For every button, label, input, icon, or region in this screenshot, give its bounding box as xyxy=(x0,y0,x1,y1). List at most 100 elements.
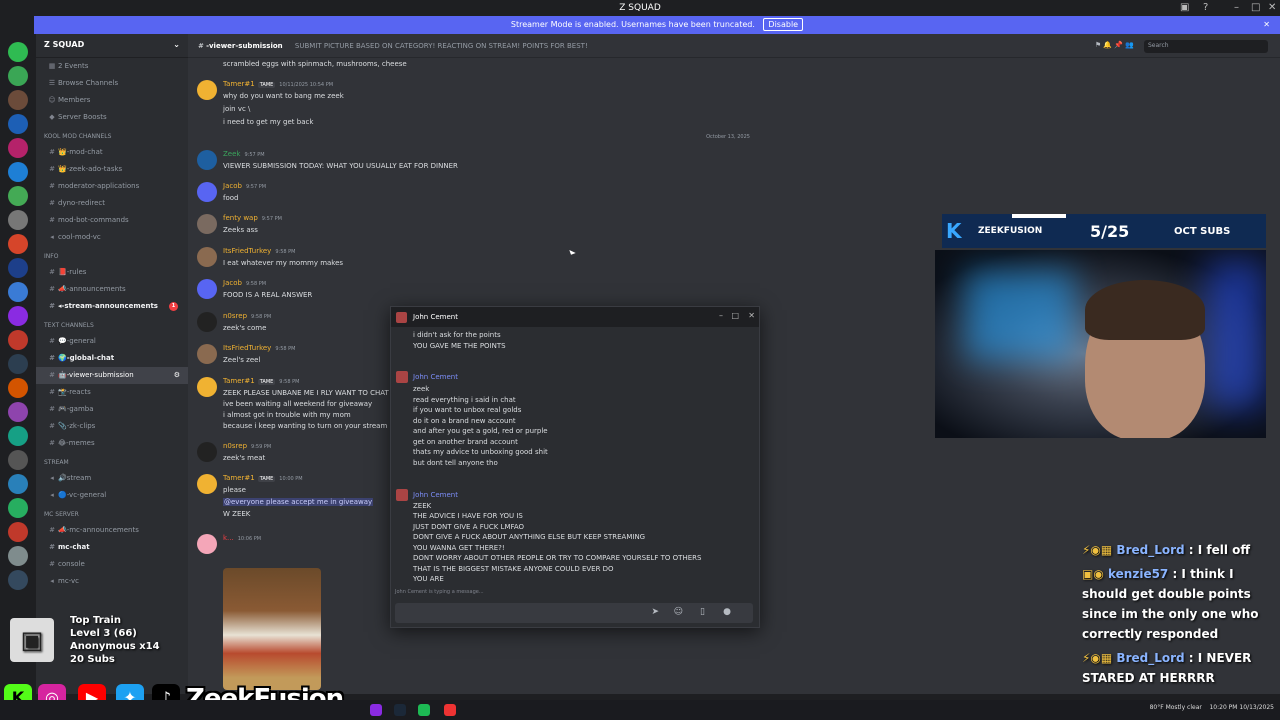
channel-item[interactable]: # 📎-zk-clips xyxy=(36,418,188,435)
channel-item[interactable]: # 😂-memes xyxy=(36,435,188,452)
category-header[interactable]: Kool mod channels xyxy=(36,130,188,144)
channel-item[interactable]: ◂ cool-mod-vc xyxy=(36,229,188,246)
emoji-icon[interactable]: ☺ xyxy=(674,607,683,617)
server-icon[interactable] xyxy=(8,306,28,326)
username[interactable]: Tamer#1 xyxy=(223,377,255,385)
channel-item[interactable]: # 💬-general xyxy=(36,333,188,350)
maximize-icon[interactable]: □ xyxy=(1251,2,1260,13)
username[interactable]: Jacob xyxy=(223,182,242,190)
category-header[interactable]: Info xyxy=(36,250,188,264)
category-header[interactable]: STREAM xyxy=(36,456,188,470)
server-icon[interactable] xyxy=(8,378,28,398)
channel-item[interactable]: # 👑-mod-chat xyxy=(36,144,188,161)
avatar[interactable] xyxy=(396,371,408,383)
channel-item[interactable]: # 📸-reacts xyxy=(36,384,188,401)
server-icon[interactable] xyxy=(8,426,28,446)
avatar[interactable] xyxy=(197,182,217,202)
disable-button[interactable]: Disable xyxy=(763,18,804,31)
username[interactable]: k... xyxy=(223,534,234,542)
spotify-icon[interactable] xyxy=(418,704,430,716)
channel-item-selected[interactable]: # 🤖-viewer-submission ⚙ xyxy=(36,367,188,384)
server-icon[interactable] xyxy=(8,282,28,302)
username[interactable]: John Cement xyxy=(413,373,458,381)
settings-icon[interactable]: ⚙ xyxy=(174,367,180,384)
avatar[interactable] xyxy=(197,474,217,494)
server-icon[interactable] xyxy=(8,210,28,230)
channel-item[interactable]: # 📕-rules xyxy=(36,264,188,281)
server-icon[interactable] xyxy=(8,474,28,494)
server-icon[interactable] xyxy=(8,546,28,566)
channel-item[interactable]: ◂ 🔵-vc-general xyxy=(36,487,188,504)
server-icon[interactable] xyxy=(8,402,28,422)
channel-item[interactable]: # ◂-stream-announcements 1 xyxy=(36,298,188,315)
attached-food-image[interactable] xyxy=(223,568,321,690)
server-icon[interactable] xyxy=(8,234,28,254)
header-tool-icons[interactable]: ⚑ 🔔 📌 👥 xyxy=(1095,41,1134,49)
avatar[interactable] xyxy=(197,534,217,554)
server-icon[interactable] xyxy=(8,162,28,182)
channel-item[interactable]: # 📣-mc-announcements xyxy=(36,522,188,539)
server-icon[interactable] xyxy=(8,66,28,86)
avatar[interactable] xyxy=(197,150,217,170)
username[interactable]: Tamer#1 xyxy=(223,80,255,88)
channel-item[interactable]: # 👑-zeek-ado-tasks xyxy=(36,161,188,178)
username[interactable]: ItsFriedTurkey xyxy=(223,247,271,255)
gift-icon[interactable]: ● xyxy=(723,607,731,617)
channel-item[interactable]: # moderator-applications xyxy=(36,178,188,195)
server-icon[interactable] xyxy=(8,186,28,206)
attach-icon[interactable]: ▯ xyxy=(700,607,705,617)
weather[interactable]: 80°F Mostly clear xyxy=(1150,704,1202,711)
category-header[interactable]: MC SERVER xyxy=(36,508,188,522)
avatar[interactable] xyxy=(197,377,217,397)
server-icon[interactable] xyxy=(8,330,28,350)
server-icon[interactable] xyxy=(8,90,28,110)
channel-item[interactable]: # 🌍-global-chat xyxy=(36,350,188,367)
server-icon[interactable] xyxy=(8,114,28,134)
help-icon[interactable]: ? xyxy=(1203,2,1208,13)
channel-item[interactable]: # dyno-redirect xyxy=(36,195,188,212)
avatar[interactable] xyxy=(197,344,217,364)
channel-item[interactable]: ◂ 🔊stream xyxy=(36,470,188,487)
username[interactable]: John Cement xyxy=(413,491,458,499)
username[interactable]: ItsFriedTurkey xyxy=(223,344,271,352)
sidebar-item-members[interactable]: ☺ Members xyxy=(36,92,188,109)
server-icon[interactable] xyxy=(8,138,28,158)
minimize-icon[interactable]: – xyxy=(719,311,723,320)
close-icon[interactable]: ✕ xyxy=(1268,2,1276,13)
message-input[interactable]: ➤ ☺ ▯ ● xyxy=(395,603,753,623)
inbox-icon[interactable]: ▣ xyxy=(1180,2,1189,13)
channel-item[interactable]: ◂ mc-vc xyxy=(36,573,188,590)
channel-item[interactable]: # mod-bot-commands xyxy=(36,212,188,229)
server-icon[interactable] xyxy=(8,498,28,518)
avatar[interactable] xyxy=(197,214,217,234)
avatar[interactable] xyxy=(197,80,217,100)
close-icon[interactable]: ✕ xyxy=(748,311,755,320)
steam-icon[interactable] xyxy=(394,704,406,716)
avatar[interactable] xyxy=(197,279,217,299)
app-icon[interactable] xyxy=(370,704,382,716)
server-icon[interactable] xyxy=(8,354,28,374)
channel-item[interactable]: # mc-chat xyxy=(36,539,188,556)
send-icon[interactable]: ➤ xyxy=(651,607,659,617)
category-header[interactable]: Text Channels xyxy=(36,319,188,333)
server-icon[interactable] xyxy=(8,258,28,278)
clock-date[interactable]: 10/13/2025 xyxy=(1239,704,1274,711)
server-icon[interactable] xyxy=(8,42,28,62)
channel-item[interactable]: # console xyxy=(36,556,188,573)
channel-topic[interactable]: SUBMIT PICTURE BASED ON CATEGORY! REACTI… xyxy=(295,42,588,50)
server-icon[interactable] xyxy=(8,450,28,470)
username[interactable]: Tamer#1 xyxy=(223,474,255,482)
username[interactable]: n0srep xyxy=(223,312,247,320)
avatar[interactable] xyxy=(197,442,217,462)
channel-item[interactable]: # 📣-announcements xyxy=(36,281,188,298)
sidebar-item-events[interactable]: ▦ 2 Events xyxy=(36,58,188,75)
username[interactable]: n0srep xyxy=(223,442,247,450)
maximize-icon[interactable]: □ xyxy=(731,311,739,320)
minimize-icon[interactable]: – xyxy=(1234,2,1239,13)
server-icon[interactable] xyxy=(8,570,28,590)
sidebar-item-boosts[interactable]: ◆ Server Boosts xyxy=(36,109,188,126)
server-icon[interactable] xyxy=(8,522,28,542)
username[interactable]: Jacob xyxy=(223,279,242,287)
guild-header[interactable]: Z SQUAD ⌄ xyxy=(36,34,188,58)
sidebar-item-browse[interactable]: ☰ Browse Channels xyxy=(36,75,188,92)
